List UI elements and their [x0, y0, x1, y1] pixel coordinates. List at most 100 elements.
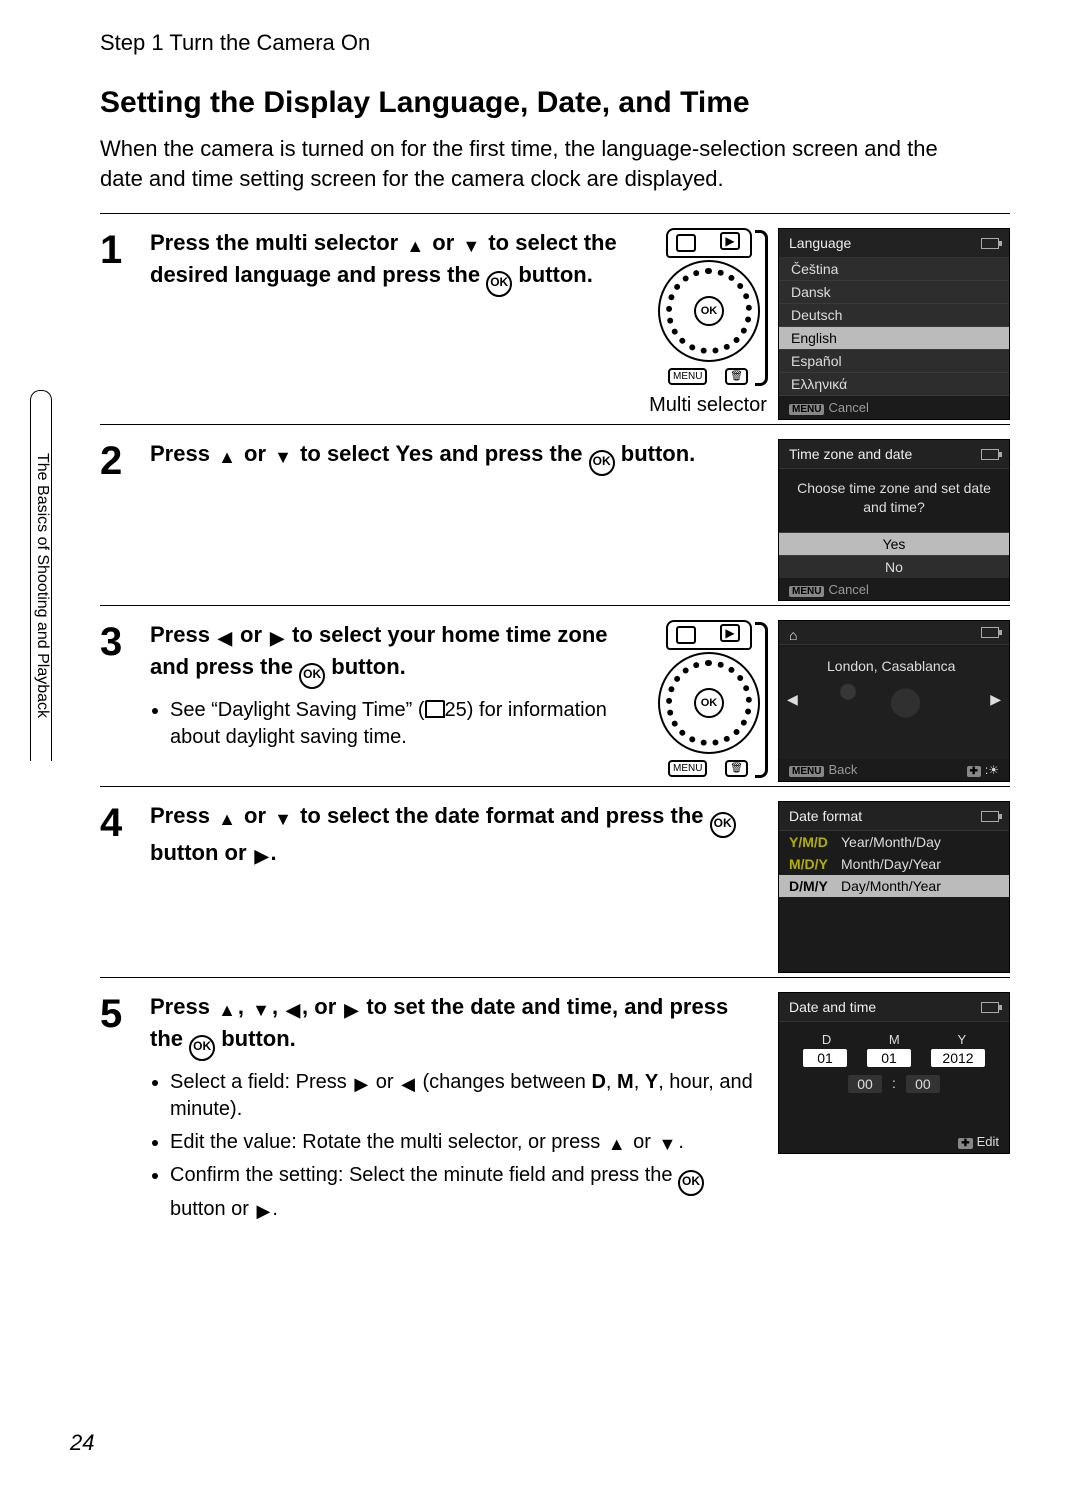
edit-chip-icon: ✚ — [958, 1138, 972, 1149]
t: (changes between — [417, 1071, 592, 1093]
step-number: 3 — [100, 620, 134, 662]
step4-text: Press ▲ or ▼ to select the date format a… — [150, 801, 762, 869]
left-icon: ◀ — [399, 1072, 417, 1096]
multiselector-diagram: MENU 🗑 — [648, 620, 768, 780]
bold-M: M — [617, 1071, 634, 1093]
field-month: 01 — [867, 1049, 911, 1067]
lcd-date-and-time: Date and time D M Y 01 01 2012 00 : 00 ✚… — [778, 992, 1010, 1154]
step5-bullets: Select a field: Press ▶ or ◀ (changes be… — [150, 1069, 762, 1224]
selector-dial-icon — [658, 260, 760, 362]
bullet: Edit the value: Rotate the multi selecto… — [170, 1129, 762, 1156]
lcd-back: Back — [828, 762, 857, 777]
trash-button-icon: 🗑 — [725, 760, 748, 777]
label-M: M — [889, 1032, 900, 1047]
t: See “Daylight Saving Time” ( — [170, 699, 425, 721]
t: , — [272, 994, 284, 1019]
format-code: M/D/Y — [789, 856, 833, 872]
format-item: M/D/Y Month/Day/Year — [779, 853, 1009, 875]
running-head: Step 1 Turn the Camera On — [100, 30, 1010, 56]
format-label: Day/Month/Year — [841, 878, 941, 894]
lcd-cancel: Cancel — [828, 400, 868, 415]
t: Press — [150, 622, 216, 647]
field-minute: 00 — [906, 1075, 940, 1093]
multiselector-diagram-container: MENU 🗑 — [648, 620, 768, 780]
t: to select the date format and press the — [294, 803, 710, 828]
step3-text: Press ◀ or ▶ to select your home time zo… — [150, 620, 632, 688]
bullet: See “Daylight Saving Time” (25) for info… — [170, 697, 632, 751]
field-hour: 00 — [848, 1075, 882, 1093]
language-item: Español — [779, 350, 1009, 373]
right-icon: ▶ — [268, 626, 286, 651]
page-title: Setting the Display Language, Date, and … — [100, 86, 1010, 120]
step-number: 1 — [100, 228, 134, 270]
bold-yes: Yes — [395, 441, 433, 466]
down-icon: ▼ — [460, 234, 482, 259]
language-list: ČeštinaDanskDeutschEnglishEspañolΕλληνικ… — [779, 258, 1009, 396]
up-icon: ▲ — [216, 998, 238, 1023]
step-number: 4 — [100, 801, 134, 843]
t: button. — [615, 441, 696, 466]
dst-chip-icon: ✚ — [967, 766, 981, 777]
divider — [100, 605, 1010, 606]
t: button or — [150, 840, 253, 865]
step-number: 2 — [100, 439, 134, 481]
page-number: 24 — [70, 1430, 94, 1456]
step-3: 3 Press ◀ or ▶ to select your home time … — [100, 620, 1010, 782]
down-icon: ▼ — [657, 1132, 679, 1156]
ok-icon: OK — [299, 663, 325, 689]
menu-button-icon: MENU — [668, 368, 707, 385]
right-icon: ▶ — [342, 998, 360, 1023]
ok-icon: OK — [189, 1035, 215, 1061]
right-icon: ▶ — [990, 691, 1001, 708]
down-icon: ▼ — [272, 807, 294, 832]
divider — [100, 786, 1010, 787]
down-icon: ▼ — [250, 998, 272, 1023]
t: or — [370, 1071, 399, 1093]
bullet: Confirm the setting: Select the minute f… — [170, 1162, 762, 1223]
t: Select a field: Press — [170, 1071, 352, 1093]
lcd-language: Language ČeštinaDanskDeutschEnglishEspañ… — [778, 228, 1010, 420]
t: Confirm the setting: Select the minute f… — [170, 1164, 678, 1186]
format-label: Month/Day/Year — [841, 856, 941, 872]
step1-text: Press the multi selector ▲ or ▼ to selec… — [150, 228, 632, 296]
t: or — [238, 441, 272, 466]
battery-icon — [981, 238, 999, 249]
ok-icon: OK — [589, 450, 615, 476]
option-no: No — [779, 555, 1009, 578]
format-code: D/M/Y — [789, 878, 833, 894]
left-icon: ◀ — [216, 626, 234, 651]
down-icon: ▼ — [272, 445, 294, 470]
t: or — [628, 1131, 657, 1153]
label-D: D — [822, 1032, 831, 1047]
multiselector-diagram: MENU🗑 — [648, 228, 768, 388]
t: . — [272, 1198, 278, 1220]
label-Y: Y — [957, 1032, 966, 1047]
t: button. — [512, 262, 593, 287]
format-item: D/M/Y Day/Month/Year — [779, 875, 1009, 897]
language-item: Čeština — [779, 258, 1009, 281]
step-number: 5 — [100, 992, 134, 1034]
intro-paragraph: When the camera is turned on for the fir… — [100, 134, 980, 193]
menu-button-icon: MENU — [668, 760, 707, 777]
pageref: 25 — [445, 699, 467, 721]
step5-text: Press ▲, ▼, ◀, or ▶ to set the date and … — [150, 992, 762, 1060]
up-icon: ▲ — [606, 1132, 628, 1156]
step-2: 2 Press ▲ or ▼ to select Yes and press t… — [100, 439, 1010, 601]
language-item: Dansk — [779, 281, 1009, 304]
bullet: Select a field: Press ▶ or ◀ (changes be… — [170, 1069, 762, 1123]
t: Press — [150, 803, 216, 828]
lcd-timezone-prompt: Time zone and date Choose time zone and … — [778, 439, 1010, 601]
left-icon: ◀ — [787, 691, 798, 708]
t: button or — [170, 1198, 255, 1220]
battery-icon — [981, 811, 999, 822]
step-4: 4 Press ▲ or ▼ to select the date format… — [100, 801, 1010, 973]
t: or — [426, 230, 460, 255]
up-icon: ▲ — [216, 807, 238, 832]
ok-icon: OK — [710, 812, 736, 838]
up-icon: ▲ — [404, 234, 426, 259]
right-icon: ▶ — [253, 844, 271, 869]
t: , or — [302, 994, 342, 1019]
divider — [100, 424, 1010, 425]
bold-D: D — [591, 1071, 605, 1093]
field-day: 01 — [803, 1049, 847, 1067]
